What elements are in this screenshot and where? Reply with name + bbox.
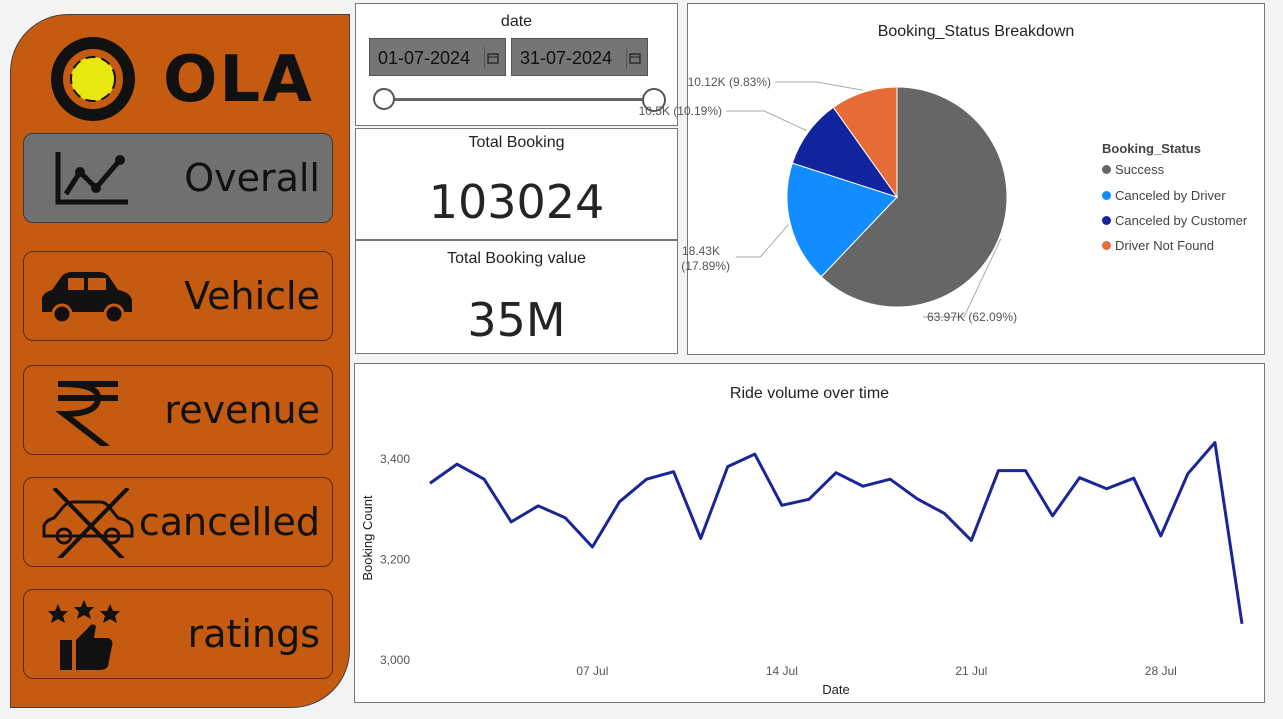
x-tick-label: 21 Jul [955,664,987,678]
y-tick-label: 3,000 [380,653,410,667]
x-tick-label: 28 Jul [1145,664,1177,678]
x-tick-label: 07 Jul [576,664,608,678]
y-tick-label: 3,400 [380,452,410,466]
line-chart: 3,000 3,200 3,400 07 Jul 14 Jul 21 Jul 28 Jul D… [360,441,1244,697]
y-tick-label: 3,200 [380,553,410,567]
y-axis-label: Booking Count [360,495,375,581]
x-axis-label: Date [822,682,849,697]
line-series[interactable] [429,441,1244,625]
x-tick-label: 14 Jul [766,664,798,678]
